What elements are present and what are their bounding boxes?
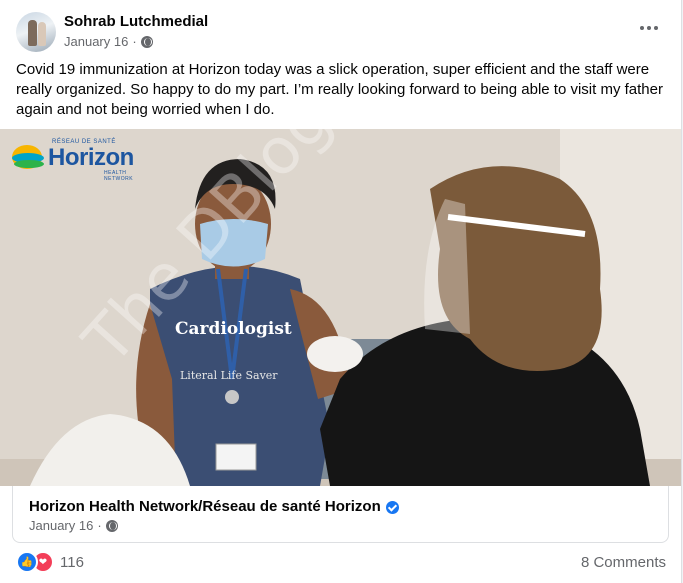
- globe-icon[interactable]: [140, 36, 153, 48]
- link-date[interactable]: January 16: [29, 518, 93, 533]
- link-meta-separator: ·: [97, 518, 102, 533]
- meta-separator: ·: [132, 34, 137, 49]
- logo-wordmark: Horizon: [48, 144, 134, 171]
- shared-link-card[interactable]: Horizon Health Network/Réseau de santé H…: [12, 486, 669, 543]
- post-caption: Covid 19 immunization at Horizon today w…: [16, 61, 663, 118]
- post-date[interactable]: January 16: [64, 33, 128, 51]
- author-avatar[interactable]: [16, 12, 56, 52]
- reaction-count[interactable]: 116: [60, 554, 84, 571]
- link-meta: January 16 ·: [29, 518, 118, 533]
- ellipsis-icon: [640, 26, 644, 30]
- logo-tagline-top: RÉSEAU DE SANTÉ: [52, 139, 116, 145]
- post-photo[interactable]: Cardiologist Literal Life Saver RÉSEAU D…: [0, 129, 681, 486]
- horizon-logo-mark: [12, 145, 44, 171]
- post-header: Sohrab Lutchmedial January 16 ·: [16, 12, 208, 52]
- post-footer: 👍 ❤ 116 8 Comments: [16, 550, 666, 574]
- logo-tagline-bottom: HEALTH NETWORK: [104, 170, 134, 182]
- post-meta: January 16 ·: [64, 33, 208, 51]
- horizon-logo: RÉSEAU DE SANTÉ Horizon HEALTH NETWORK: [12, 139, 134, 182]
- like-reaction-icon[interactable]: 👍: [16, 551, 38, 573]
- svg-text:Cardiologist: Cardiologist: [175, 319, 292, 339]
- link-page-name[interactable]: Horizon Health Network/Réseau de santé H…: [29, 498, 381, 516]
- link-title-row: Horizon Health Network/Réseau de santé H…: [29, 498, 399, 516]
- globe-icon[interactable]: [105, 519, 118, 532]
- more-options-button[interactable]: [635, 14, 663, 42]
- verified-badge-icon: [385, 500, 399, 514]
- author-name[interactable]: Sohrab Lutchmedial: [64, 13, 208, 31]
- comments-link[interactable]: 8 Comments: [581, 554, 666, 571]
- svg-text:Literal Life Saver: Literal Life Saver: [180, 369, 278, 382]
- vaccination-photo: Cardiologist Literal Life Saver: [0, 129, 681, 486]
- feed-post: Sohrab Lutchmedial January 16 · Covid 19…: [0, 0, 682, 583]
- author-info: Sohrab Lutchmedial January 16 ·: [64, 13, 208, 51]
